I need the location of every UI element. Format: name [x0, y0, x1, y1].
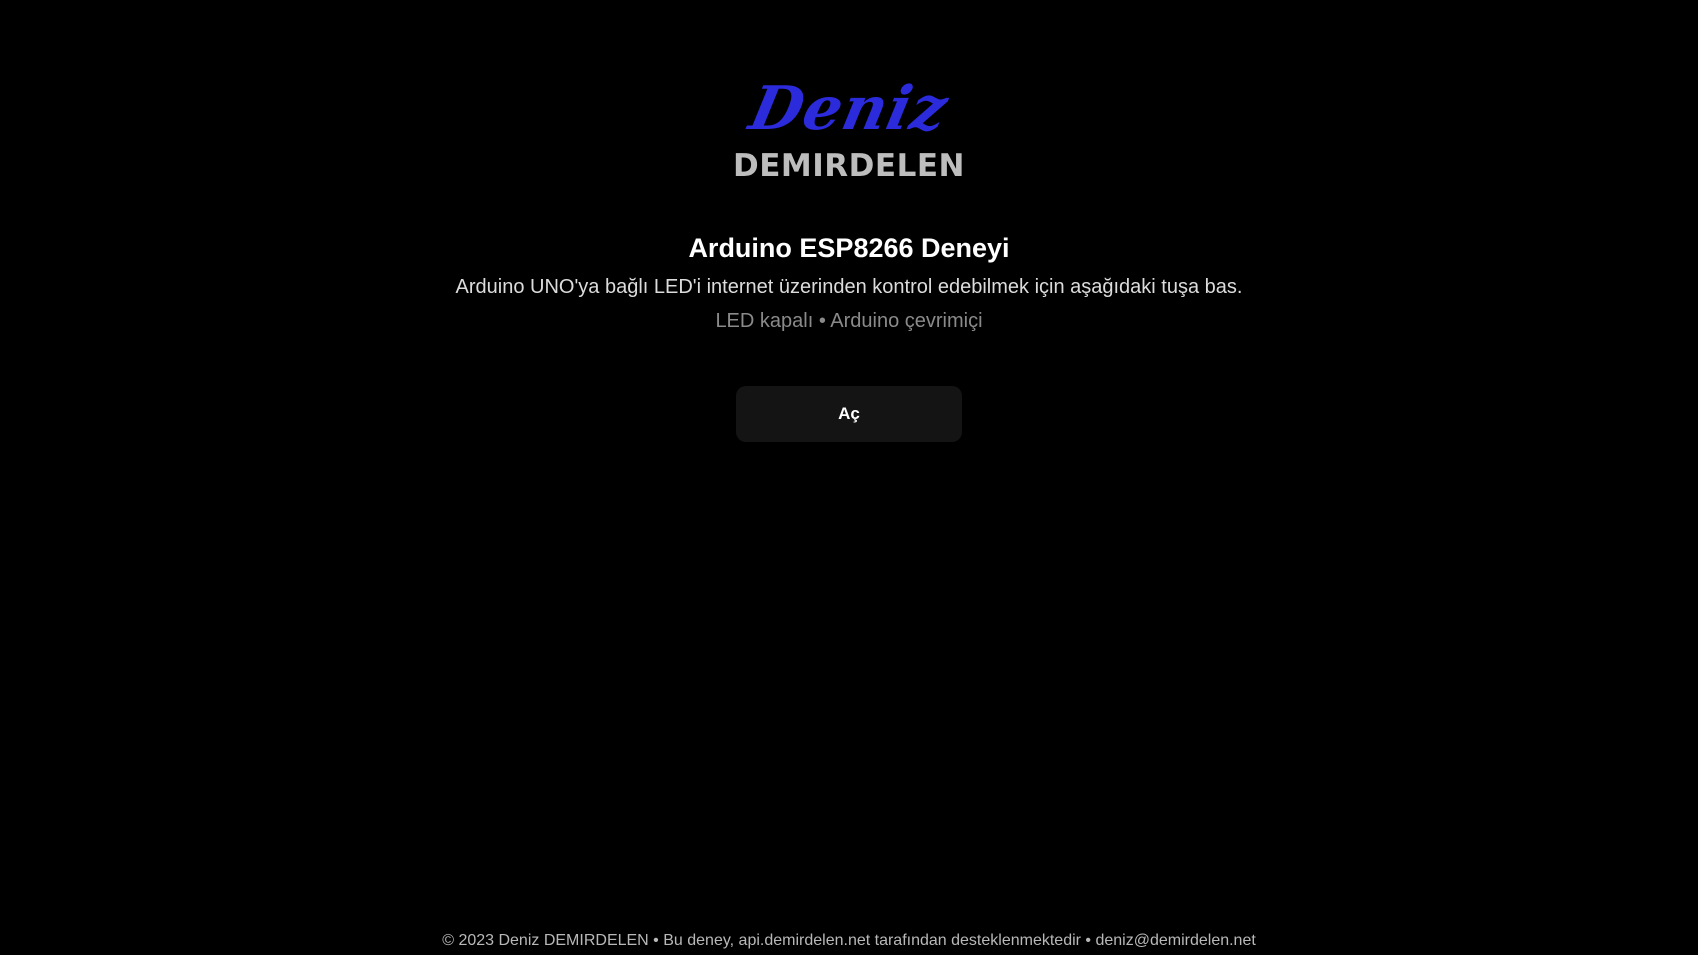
footer-text: © 2023 Deniz DEMIRDELEN • Bu deney, api.… — [442, 932, 1256, 949]
page-title: Arduino ESP8266 Deneyi — [688, 233, 1010, 263]
logo-block-text: DEMIRDELEN — [733, 148, 965, 184]
page-description: Arduino UNO'ya bağlı LED'i internet üzer… — [455, 276, 1243, 298]
page: Deniz DEMIRDELEN Arduino ESP8266 Deneyi … — [0, 0, 1698, 955]
toggle-led-button[interactable]: Aç — [736, 386, 962, 442]
logo-script-text: Deniz — [743, 74, 955, 144]
logo: Deniz DEMIRDELEN — [0, 74, 1698, 184]
status-text: LED kapalı • Arduino çevrimiçi — [715, 310, 983, 332]
